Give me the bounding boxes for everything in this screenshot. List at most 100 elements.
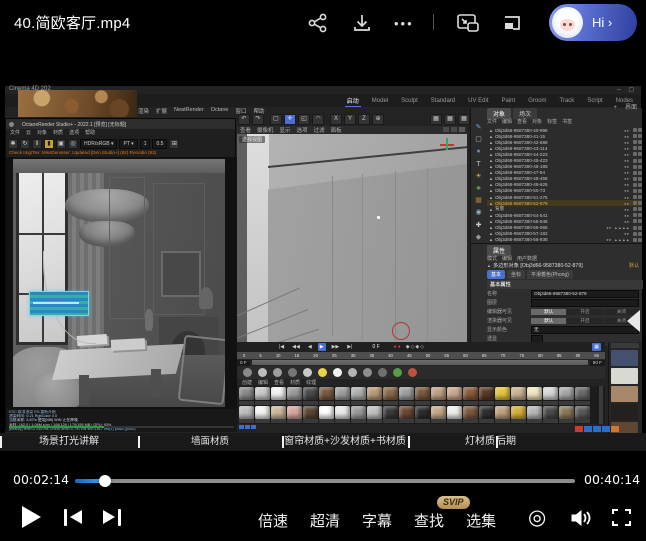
- material-thumbnail[interactable]: [383, 406, 398, 424]
- octane-menu-item[interactable]: 选项: [69, 129, 79, 136]
- field-input[interactable]: 无: [531, 326, 639, 334]
- layout-tab[interactable]: Track: [558, 97, 577, 105]
- scene-object-icon[interactable]: [258, 368, 267, 377]
- material-thumbnail[interactable]: [543, 387, 558, 405]
- prev-key-icon[interactable]: ◀◀: [290, 343, 302, 351]
- om-menu-item[interactable]: 编辑: [502, 118, 512, 125]
- material-thumbnail[interactable]: [447, 406, 462, 424]
- tag-badge-icon[interactable]: [638, 177, 642, 181]
- material-thumbnail[interactable]: [351, 406, 366, 424]
- tag-badge-icon[interactable]: [633, 201, 637, 205]
- visibility-dots-icon[interactable]: ●●: [624, 158, 629, 163]
- om-menu-item[interactable]: 标签: [547, 118, 557, 125]
- scene-object-icon[interactable]: [408, 368, 417, 377]
- scene-object-icon[interactable]: [393, 368, 402, 377]
- tag-badge-icon[interactable]: [633, 226, 637, 230]
- extra-tag-icons[interactable]: ▲▲▲▲: [614, 226, 630, 230]
- attr-menu-item[interactable]: 模式: [487, 255, 497, 262]
- chapter-segment[interactable]: 灯材质: [408, 433, 496, 451]
- scene-object-icon[interactable]: [378, 368, 387, 377]
- octane-restart-icon[interactable]: ↻: [20, 139, 30, 149]
- share-icon[interactable]: [307, 13, 329, 33]
- tag-badge-icon[interactable]: [633, 165, 637, 169]
- visibility-dots-icon[interactable]: ●●: [624, 195, 629, 200]
- chapter-segment[interactable]: 墙面材质: [138, 433, 282, 451]
- tag-badge-icon[interactable]: [638, 195, 642, 199]
- visibility-dots-icon[interactable]: ●●: [624, 207, 629, 212]
- material-menu-item[interactable]: 编辑: [258, 379, 268, 386]
- scene-object-icon[interactable]: [348, 368, 357, 377]
- tag-badge-icon[interactable]: [638, 219, 642, 223]
- vegetation-icon[interactable]: ♣: [476, 185, 481, 193]
- pen-tool-icon[interactable]: ✎: [476, 124, 482, 132]
- layout-tab[interactable]: Script: [585, 97, 604, 105]
- visibility-dots-icon[interactable]: ●●: [606, 237, 611, 242]
- scene-object-icon[interactable]: [243, 368, 252, 377]
- tag-badge-icon[interactable]: [638, 165, 642, 169]
- tag-badge-icon[interactable]: [633, 171, 637, 175]
- next-key-icon[interactable]: ▶▶: [330, 343, 342, 351]
- material-thumbnail[interactable]: [287, 387, 302, 405]
- browser-thumbnail[interactable]: [611, 404, 638, 420]
- material-thumbnail[interactable]: [335, 406, 350, 424]
- move-tool-icon[interactable]: ✛: [284, 114, 296, 125]
- viewport-menu-item[interactable]: 查看: [240, 126, 251, 134]
- speed-button[interactable]: 倍速: [258, 510, 288, 531]
- mini-player-icon[interactable]: [502, 13, 522, 33]
- play-backward-icon[interactable]: ◀: [306, 343, 314, 351]
- visibility-dots-icon[interactable]: ●●: [624, 146, 629, 151]
- material-thumbnail[interactable]: [559, 406, 574, 424]
- layout-tab[interactable]: Standard: [429, 97, 457, 105]
- tag-badge-icon[interactable]: [633, 207, 637, 211]
- object-row[interactable]: ▲ Obj3d66-9587380-58-938 ●● ▲▲▲▲: [487, 237, 642, 243]
- x-axis-lock-icon[interactable]: X: [330, 114, 342, 125]
- tag-badge-icon[interactable]: [633, 152, 637, 156]
- tag-badge-icon[interactable]: [638, 183, 642, 187]
- frame-ruler[interactable]: 05101520253035404550556065707580859095: [237, 352, 605, 359]
- gamma-field[interactable]: 0.5: [152, 139, 167, 149]
- scene-object-icon[interactable]: [288, 368, 297, 377]
- attribute-section-header[interactable]: 基本属性: [487, 280, 643, 289]
- render-to-picture-icon[interactable]: ▦: [444, 114, 456, 125]
- next-video-button[interactable]: [101, 509, 121, 526]
- fullscreen-icon[interactable]: [611, 508, 632, 527]
- range-start-field[interactable]: 0 F: [237, 360, 250, 366]
- tag-badge-icon[interactable]: [633, 140, 637, 144]
- layout-tab[interactable]: Groom: [526, 97, 548, 105]
- goto-start-icon[interactable]: |◀: [277, 343, 286, 351]
- tag-badge-icon[interactable]: [633, 177, 637, 181]
- material-thumbnail[interactable]: [511, 406, 526, 424]
- material-thumbnail[interactable]: [463, 406, 478, 424]
- visibility-dots-icon[interactable]: ●●: [624, 140, 629, 145]
- material-thumbnail[interactable]: [495, 387, 510, 405]
- octane-pause-icon[interactable]: ‖: [32, 139, 42, 149]
- episodes-button[interactable]: 选集: [466, 510, 496, 531]
- volume-icon[interactable]: [570, 508, 594, 528]
- octane-title-bar[interactable]: OctaneRender Studio+ - 2022.1 [预览] [无标题]: [6, 119, 235, 129]
- material-thumbnail[interactable]: [271, 387, 286, 405]
- material-thumbnail[interactable]: [239, 387, 254, 405]
- tag-badge-icon[interactable]: [638, 146, 642, 150]
- camera-icon[interactable]: ◉: [475, 209, 481, 217]
- menu-item[interactable]: NeatRender: [174, 107, 204, 114]
- light-icon[interactable]: ☀: [475, 173, 481, 181]
- visibility-dots-icon[interactable]: ●●: [624, 182, 629, 187]
- previous-video-button[interactable]: [64, 509, 84, 526]
- material-menu-item[interactable]: 查看: [274, 379, 284, 386]
- om-menu-item[interactable]: 文件: [487, 118, 497, 125]
- tag-badge-icon[interactable]: [633, 183, 637, 187]
- tag-badge-icon[interactable]: [638, 171, 642, 175]
- viewport-layout-icons[interactable]: [443, 127, 465, 132]
- tag-badge-icon[interactable]: [633, 213, 637, 217]
- material-thumbnail[interactable]: [303, 406, 318, 424]
- material-thumbnail[interactable]: [527, 387, 542, 405]
- timeline-options-icon[interactable]: ▦: [592, 343, 601, 351]
- undo-icon[interactable]: ↶: [238, 114, 250, 125]
- tag-badge-icon[interactable]: [638, 189, 642, 193]
- material-menu-item[interactable]: 创建: [242, 379, 252, 386]
- material-nav-icons[interactable]: [239, 425, 256, 429]
- om-menu-item[interactable]: 查看: [517, 118, 527, 125]
- viewport-menu-item[interactable]: 选项: [297, 126, 308, 134]
- visibility-dots-icon[interactable]: ●●: [624, 164, 629, 169]
- menu-item[interactable]: 帮助: [253, 107, 264, 114]
